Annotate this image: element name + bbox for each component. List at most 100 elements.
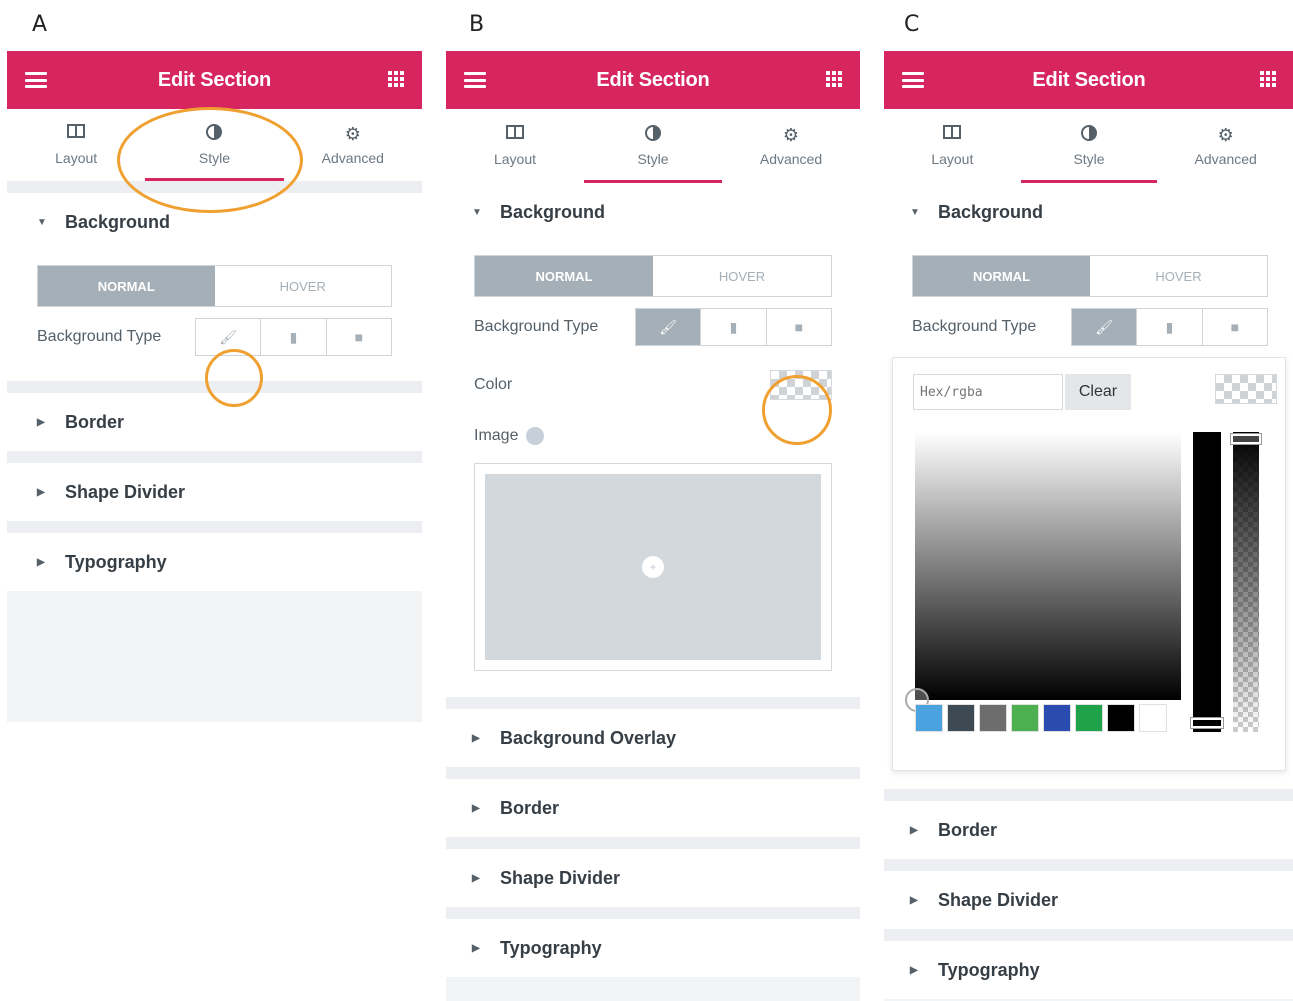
caret-right-icon: ▶ bbox=[910, 824, 918, 836]
color-label: Color bbox=[474, 376, 513, 393]
section-header-shape-divider[interactable]: ▶ Shape Divider bbox=[884, 871, 1293, 929]
section-title: Border bbox=[938, 819, 998, 840]
tab-advanced[interactable]: ⚙ Advanced bbox=[284, 109, 422, 181]
image-chooser[interactable]: + bbox=[474, 463, 832, 671]
tab-label: Style bbox=[1073, 151, 1105, 167]
hover-tab[interactable]: HOVER bbox=[653, 256, 831, 296]
normal-tab[interactable]: NORMAL bbox=[475, 256, 653, 296]
tab-advanced[interactable]: ⚙ Advanced bbox=[722, 109, 860, 183]
section-header-background-overlay[interactable]: ▶ Background Overlay bbox=[446, 709, 860, 767]
normal-tab[interactable]: NORMAL bbox=[38, 266, 215, 306]
gear-icon: ⚙ bbox=[782, 125, 800, 145]
color-picker-popup: Clear bbox=[892, 357, 1286, 771]
panel-label-c: C bbox=[904, 12, 920, 37]
background-type-selector: 🖌 ▮ ■ bbox=[635, 308, 832, 346]
hue-slider[interactable] bbox=[1190, 432, 1224, 732]
tab-style[interactable]: Style bbox=[145, 109, 284, 181]
hover-tab[interactable]: HOVER bbox=[1090, 256, 1267, 296]
saturation-value-area[interactable] bbox=[915, 432, 1181, 700]
section-header-border[interactable]: ▶ Border bbox=[884, 801, 1293, 859]
preset-swatches bbox=[915, 704, 1167, 732]
background-type-selector: 🖌 ▮ ■ bbox=[195, 318, 392, 356]
section-header-background[interactable]: ▼ Background bbox=[7, 193, 422, 251]
section-header-background[interactable]: ▼ Background bbox=[446, 183, 860, 241]
caret-right-icon: ▶ bbox=[37, 486, 45, 498]
caret-down-icon: ▼ bbox=[472, 206, 482, 218]
tab-label: Layout bbox=[55, 150, 98, 166]
caret-right-icon: ▶ bbox=[37, 416, 45, 428]
normal-tab[interactable]: NORMAL bbox=[913, 256, 1090, 296]
panel-label-b: B bbox=[469, 12, 485, 37]
menu-icon[interactable] bbox=[25, 72, 47, 88]
clear-button[interactable]: Clear bbox=[1065, 374, 1131, 410]
add-image-icon: + bbox=[642, 556, 664, 578]
widgets-grid-icon[interactable] bbox=[826, 71, 842, 87]
hover-tab[interactable]: HOVER bbox=[214, 266, 391, 306]
section-header-background[interactable]: ▼ Background bbox=[884, 183, 1293, 241]
preset-swatch[interactable] bbox=[1139, 704, 1167, 732]
section-title: Border bbox=[65, 411, 125, 432]
tab-layout[interactable]: Layout bbox=[884, 109, 1021, 183]
classic-brush-icon[interactable]: 🖌 bbox=[636, 309, 701, 345]
normal-hover-toggle: NORMAL HOVER bbox=[37, 265, 392, 307]
widgets-grid-icon[interactable] bbox=[388, 71, 404, 87]
caret-down-icon: ▼ bbox=[910, 206, 920, 218]
tab-layout[interactable]: Layout bbox=[446, 109, 584, 183]
tab-bar: Layout Style ⚙ Advanced bbox=[7, 109, 422, 181]
background-type-row: Background Type 🖌 ▮ ■ bbox=[37, 307, 392, 367]
hue-slider-handle[interactable] bbox=[1190, 717, 1224, 729]
section-header-shape-divider[interactable]: ▶ Shape Divider bbox=[446, 849, 860, 907]
tab-label: Layout bbox=[931, 151, 974, 167]
widgets-grid-icon[interactable] bbox=[1260, 71, 1276, 87]
classic-brush-icon[interactable]: 🖌 bbox=[196, 319, 260, 355]
preset-swatch[interactable] bbox=[1043, 704, 1071, 732]
preset-swatch[interactable] bbox=[947, 704, 975, 732]
section-header-typography[interactable]: ▶ Typography bbox=[446, 919, 860, 977]
section-title: Background bbox=[500, 201, 606, 222]
contrast-icon bbox=[206, 124, 223, 140]
tab-style[interactable]: Style bbox=[584, 109, 722, 183]
info-icon bbox=[526, 427, 545, 445]
tab-layout[interactable]: Layout bbox=[7, 109, 145, 181]
section-header-border[interactable]: ▶ Border bbox=[7, 393, 422, 451]
preset-swatch[interactable] bbox=[1011, 704, 1039, 732]
hex-rgba-input[interactable] bbox=[913, 374, 1063, 410]
background-type-row: Background Type 🖌 ▮ ■ bbox=[912, 297, 1268, 357]
classic-brush-icon[interactable]: 🖌 bbox=[1072, 309, 1137, 345]
background-type-selector: 🖌 ▮ ■ bbox=[1071, 308, 1268, 346]
tab-bar: Layout Style ⚙ Advanced bbox=[884, 109, 1293, 183]
background-type-label: Background Type bbox=[37, 328, 162, 345]
preset-swatch[interactable] bbox=[915, 704, 943, 732]
section-header-typography[interactable]: ▶ Typography bbox=[884, 941, 1293, 999]
gradient-icon[interactable]: ▮ bbox=[700, 309, 765, 345]
top-bar: Edit Section bbox=[446, 51, 860, 109]
tab-label: Advanced bbox=[759, 151, 823, 167]
menu-icon[interactable] bbox=[902, 72, 924, 88]
current-color-swatch bbox=[1215, 374, 1277, 404]
tab-advanced[interactable]: ⚙ Advanced bbox=[1157, 109, 1293, 183]
tab-label: Advanced bbox=[1194, 151, 1257, 167]
opacity-slider[interactable] bbox=[1230, 432, 1262, 732]
opacity-slider-handle[interactable] bbox=[1230, 433, 1262, 445]
tab-style[interactable]: Style bbox=[1020, 109, 1158, 183]
caret-right-icon: ▶ bbox=[472, 872, 480, 884]
section-header-border[interactable]: ▶ Border bbox=[446, 779, 860, 837]
preset-swatch[interactable] bbox=[979, 704, 1007, 732]
layout-icon bbox=[506, 125, 524, 139]
contrast-icon bbox=[645, 125, 661, 141]
video-icon[interactable]: ■ bbox=[325, 319, 391, 355]
menu-icon[interactable] bbox=[464, 72, 486, 88]
section-title: Typography bbox=[65, 551, 167, 572]
layout-icon bbox=[67, 124, 86, 138]
gradient-icon[interactable]: ▮ bbox=[1136, 309, 1201, 345]
video-icon[interactable]: ■ bbox=[765, 309, 831, 345]
section-title: Shape Divider bbox=[500, 867, 621, 888]
preset-swatch[interactable] bbox=[1075, 704, 1103, 732]
section-header-typography[interactable]: ▶ Typography bbox=[7, 533, 422, 591]
section-header-shape-divider[interactable]: ▶ Shape Divider bbox=[7, 463, 422, 521]
tab-label: Layout bbox=[493, 151, 537, 167]
color-swatch[interactable] bbox=[770, 370, 832, 400]
preset-swatch[interactable] bbox=[1107, 704, 1135, 732]
video-icon[interactable]: ■ bbox=[1201, 309, 1267, 345]
gradient-icon[interactable]: ▮ bbox=[260, 319, 325, 355]
